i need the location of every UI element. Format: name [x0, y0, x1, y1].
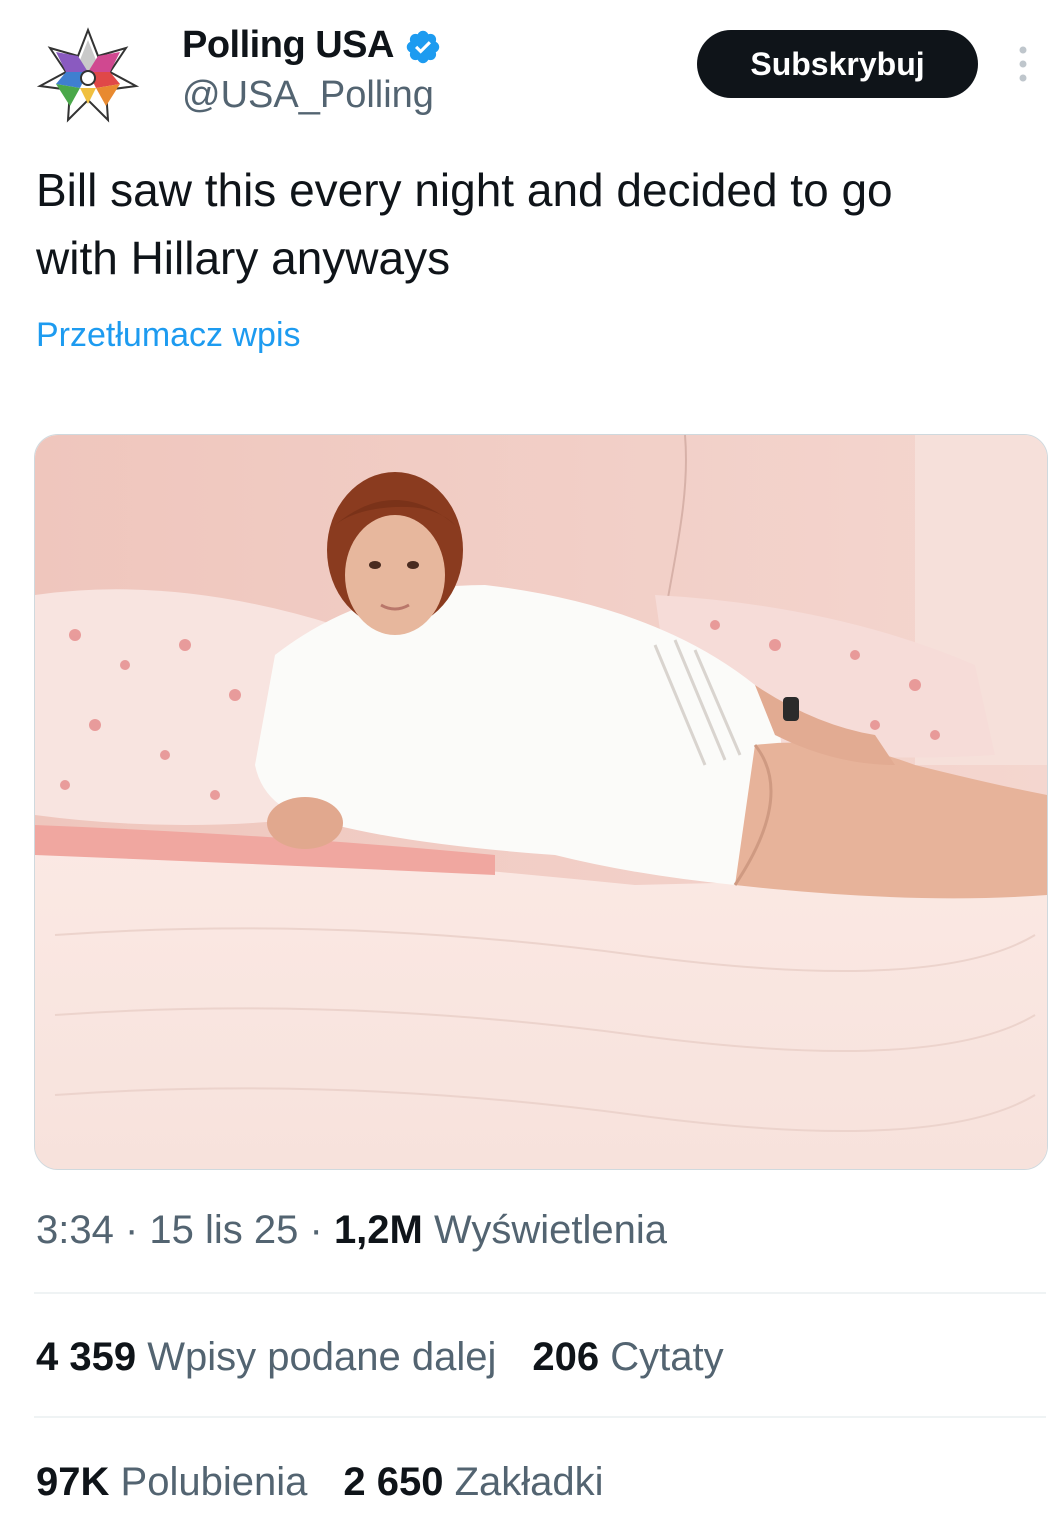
more-vertical-icon	[1019, 46, 1027, 82]
bookmarks-stat[interactable]: 2 650 Zakładki	[343, 1460, 603, 1505]
tweet-media-photo[interactable]	[34, 434, 1048, 1170]
divider	[34, 1292, 1046, 1294]
tweet-meta: 3:34 · 15 lis 25 · 1,2M Wyświetlenia	[36, 1208, 667, 1253]
reposts-stat[interactable]: 4 359 Wpisy podane dalej	[36, 1335, 496, 1380]
tweet-date[interactable]: 15 lis 25	[149, 1208, 298, 1252]
tweet-text-line: Bill saw this every night and decided to…	[36, 164, 893, 216]
views-count: 1,2M	[333, 1208, 423, 1252]
views-label: Wyświetlenia	[434, 1208, 668, 1252]
quotes-label: Cytaty	[610, 1335, 724, 1379]
polling-usa-star-logo-icon	[36, 27, 140, 123]
quotes-stat[interactable]: 206 Cytaty	[532, 1335, 723, 1380]
tweet-text-line: with Hillary anyways	[36, 232, 451, 284]
translate-link[interactable]: Przetłumacz wpis	[36, 316, 301, 355]
more-options-button[interactable]	[1010, 44, 1036, 84]
bookmarks-count: 2 650	[343, 1460, 444, 1504]
stats-row-likes: 97K Polubienia 2 650 Zakładki	[36, 1460, 640, 1505]
author-handle[interactable]: @USA_Polling	[182, 74, 434, 117]
tweet-text: Bill saw this every night and decided to…	[36, 156, 1036, 292]
avatar[interactable]	[36, 26, 140, 126]
likes-count: 97K	[36, 1460, 110, 1504]
author-display-name[interactable]: Polling USA	[182, 24, 394, 67]
subscribe-button[interactable]: Subskrybuj	[697, 30, 978, 98]
likes-stat[interactable]: 97K Polubienia	[36, 1460, 307, 1505]
reposts-count: 4 359	[36, 1335, 137, 1379]
likes-label: Polubienia	[120, 1460, 308, 1504]
reposts-label: Wpisy podane dalej	[147, 1335, 497, 1379]
meta-separator: ·	[113, 1208, 150, 1252]
verified-badge-icon	[406, 30, 440, 63]
tweet-time[interactable]: 3:34	[36, 1208, 114, 1252]
stats-row-reposts: 4 359 Wpisy podane dalej 206 Cytaty	[36, 1335, 760, 1380]
divider	[34, 1416, 1046, 1418]
photo-illustration	[35, 435, 1047, 1169]
bookmarks-label: Zakładki	[454, 1460, 604, 1504]
meta-separator: ·	[298, 1208, 334, 1252]
author-name-row[interactable]: Polling USA	[182, 24, 442, 67]
quotes-count: 206	[532, 1335, 600, 1379]
